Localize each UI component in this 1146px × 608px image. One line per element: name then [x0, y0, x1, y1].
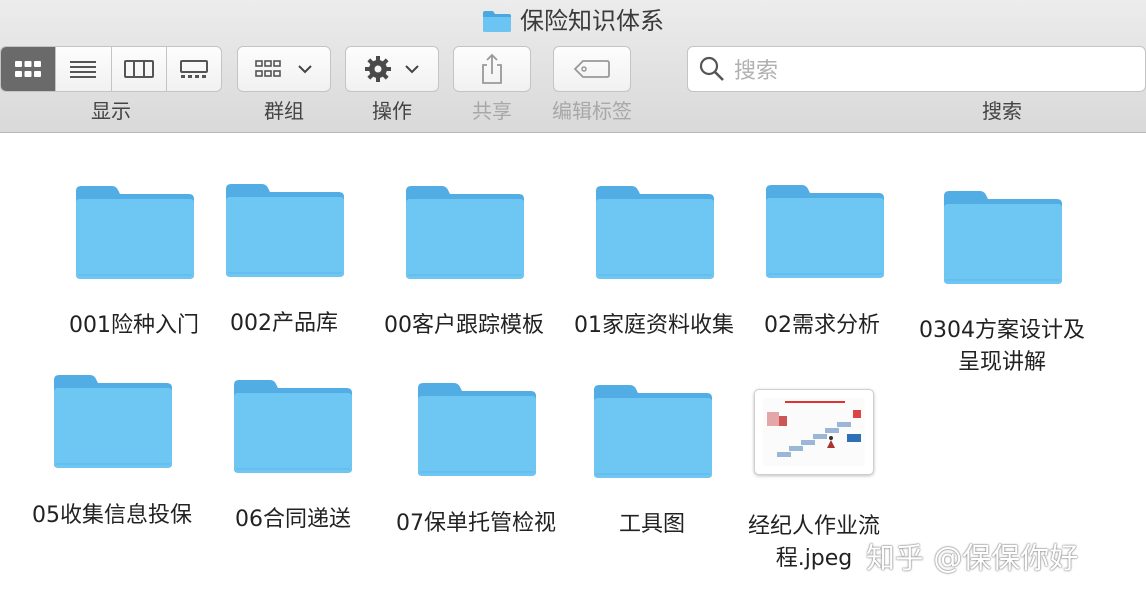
file-name-line1: 经纪人作业流	[747, 514, 880, 539]
image-thumbnail	[754, 389, 874, 475]
folder-icon	[596, 186, 714, 279]
group-icon	[255, 60, 281, 77]
folder-icon	[226, 184, 344, 277]
finder-toolbar: 保险知识体系 显示 群组 操作 共享 编辑标签 搜索 搜索	[0, 0, 1146, 133]
folder-name: 06合同递送	[235, 507, 351, 532]
folder-name: 00客户跟踪模板	[384, 313, 544, 338]
icon-view-button[interactable]	[1, 47, 57, 91]
folder-name-line1: 0304方案设计及	[919, 318, 1085, 343]
share-icon	[482, 53, 502, 84]
folder-name: 01家庭资料收集	[574, 313, 734, 338]
folder-name: 002产品库	[230, 311, 338, 336]
gallery-icon	[179, 60, 208, 78]
group-label: 群组	[264, 99, 304, 123]
search-icon	[699, 56, 724, 81]
folder-icon	[766, 185, 884, 278]
flowchart-thumbnail-image	[763, 398, 865, 466]
list-view-button[interactable]	[56, 47, 112, 91]
action-button[interactable]	[345, 46, 439, 92]
folder-icon	[406, 186, 524, 279]
folder-name: 07保单托管检视	[396, 511, 556, 536]
view-mode-control[interactable]	[0, 46, 222, 92]
folder-icon	[418, 383, 536, 476]
search-field[interactable]: 搜索	[687, 46, 1146, 92]
list-icon	[70, 61, 97, 78]
column-view-button[interactable]	[112, 47, 167, 91]
window-title-text: 保险知识体系	[520, 7, 664, 35]
folder-name-line2: 呈现讲解	[957, 350, 1046, 375]
chevron-down-icon	[298, 65, 312, 74]
folder-icon	[944, 191, 1062, 284]
share-button[interactable]	[453, 46, 531, 92]
edit-tags-button[interactable]	[553, 46, 631, 92]
folder-icon	[483, 11, 511, 32]
action-label: 操作	[372, 99, 412, 123]
folder-name: 001险种入门	[69, 313, 199, 338]
view-label: 显示	[91, 99, 131, 123]
gallery-view-button[interactable]	[167, 47, 221, 91]
share-label: 共享	[472, 99, 512, 123]
grid-icon	[15, 61, 42, 77]
columns-icon	[123, 60, 154, 78]
search-label: 搜索	[982, 99, 1022, 123]
window-title: 保险知识体系	[0, 4, 1146, 38]
watermark: 知乎 @保保你好	[866, 541, 1079, 575]
chevron-down-icon	[405, 65, 419, 74]
folder-icon	[76, 186, 194, 279]
folder-name: 02需求分析	[764, 313, 880, 338]
edit-tags-label: 编辑标签	[552, 99, 632, 123]
folder-icon	[234, 380, 352, 473]
gear-icon	[365, 56, 391, 82]
search-input[interactable]: 搜索	[734, 53, 778, 85]
group-button[interactable]	[237, 46, 331, 92]
folder-name: 05收集信息投保	[32, 503, 192, 528]
tag-icon	[573, 60, 610, 78]
folder-name: 工具图	[618, 512, 685, 537]
folder-icon	[594, 385, 712, 478]
folder-icon	[54, 375, 172, 468]
